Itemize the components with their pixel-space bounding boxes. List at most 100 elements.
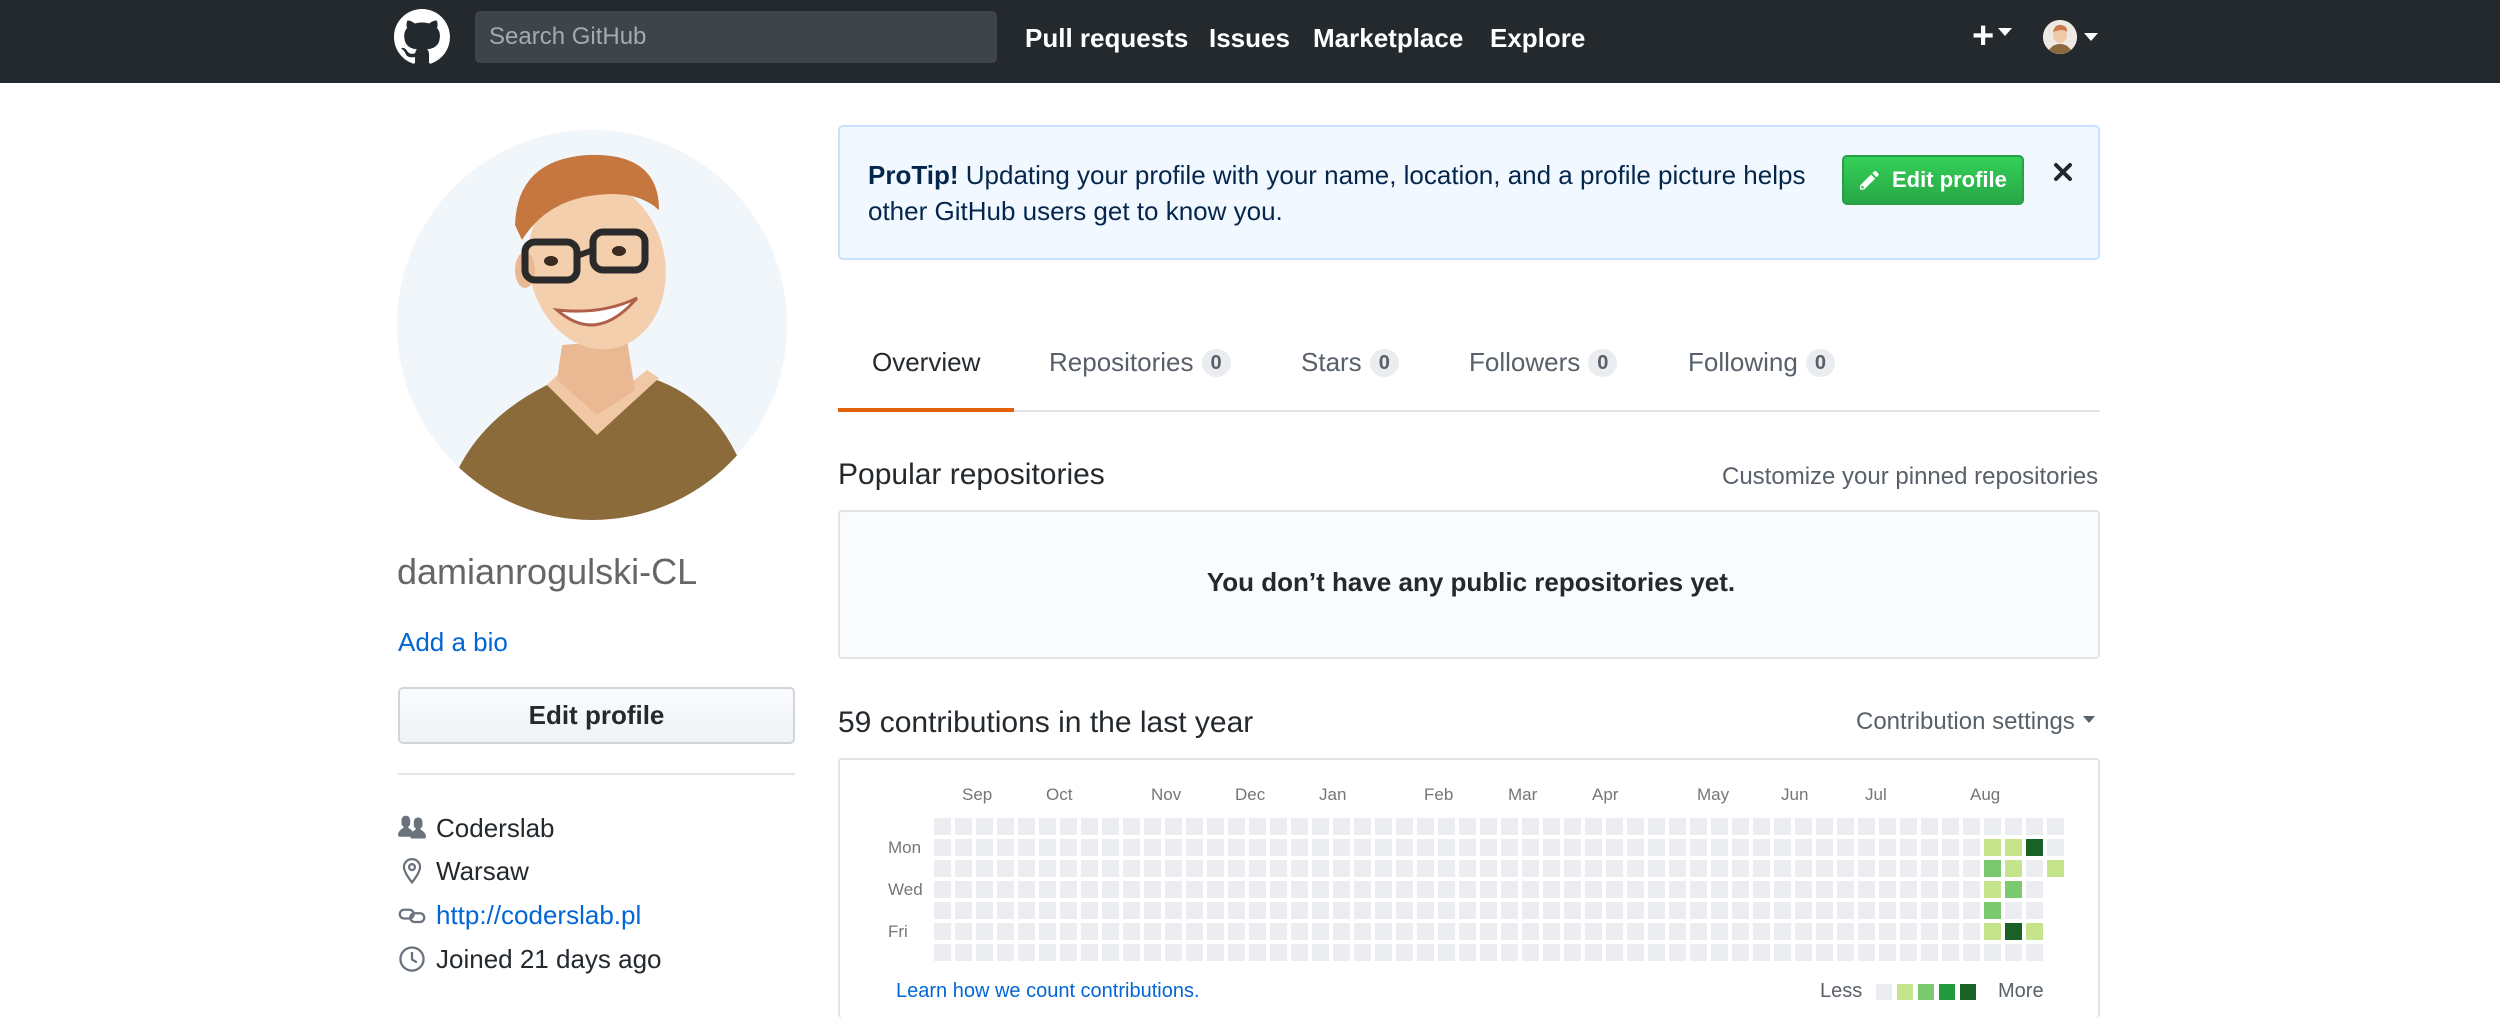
contribution-day[interactable] bbox=[1585, 923, 1602, 940]
contribution-day[interactable] bbox=[1480, 839, 1497, 856]
contribution-day[interactable] bbox=[1102, 923, 1119, 940]
contribution-day[interactable] bbox=[1627, 881, 1644, 898]
tab-followers[interactable]: Followers 0 bbox=[1469, 340, 1618, 384]
contribution-day[interactable] bbox=[1585, 881, 1602, 898]
contribution-day[interactable] bbox=[1165, 860, 1182, 877]
contribution-day[interactable] bbox=[1858, 860, 1875, 877]
contribution-day[interactable] bbox=[1900, 923, 1917, 940]
contribution-day[interactable] bbox=[1396, 944, 1413, 961]
contribution-day[interactable] bbox=[955, 923, 972, 940]
contribution-day[interactable] bbox=[1102, 860, 1119, 877]
contribution-day[interactable] bbox=[1711, 881, 1728, 898]
contribution-day[interactable] bbox=[1732, 881, 1749, 898]
contribution-day[interactable] bbox=[934, 839, 951, 856]
contribution-day[interactable] bbox=[955, 839, 972, 856]
contribution-day[interactable] bbox=[1543, 818, 1560, 835]
contribution-day[interactable] bbox=[1312, 881, 1329, 898]
contribution-day[interactable] bbox=[1039, 944, 1056, 961]
contribution-day[interactable] bbox=[1648, 902, 1665, 919]
contribution-day[interactable] bbox=[1375, 902, 1392, 919]
contribution-day[interactable] bbox=[1984, 839, 2001, 856]
contribution-day[interactable] bbox=[1123, 923, 1140, 940]
contribution-day[interactable] bbox=[955, 881, 972, 898]
contribution-day[interactable] bbox=[1333, 881, 1350, 898]
contribution-day[interactable] bbox=[934, 944, 951, 961]
contribution-day[interactable] bbox=[1081, 881, 1098, 898]
contribution-day[interactable] bbox=[1375, 944, 1392, 961]
contribution-day[interactable] bbox=[1711, 860, 1728, 877]
contribution-day[interactable] bbox=[1228, 839, 1245, 856]
contribution-day[interactable] bbox=[1564, 923, 1581, 940]
contribution-day[interactable] bbox=[1774, 902, 1791, 919]
contribution-day[interactable] bbox=[1816, 944, 1833, 961]
contribution-day[interactable] bbox=[2026, 944, 2043, 961]
contribution-day[interactable] bbox=[1753, 944, 1770, 961]
contribution-day[interactable] bbox=[997, 881, 1014, 898]
contribution-day[interactable] bbox=[1984, 818, 2001, 835]
contribution-day[interactable] bbox=[1690, 881, 1707, 898]
contribution-day[interactable] bbox=[1900, 902, 1917, 919]
contribution-day[interactable] bbox=[1354, 818, 1371, 835]
contribution-day[interactable] bbox=[1774, 818, 1791, 835]
contribution-day[interactable] bbox=[997, 818, 1014, 835]
contribution-day[interactable] bbox=[1354, 839, 1371, 856]
contribution-day[interactable] bbox=[1984, 902, 2001, 919]
contribution-day[interactable] bbox=[1438, 923, 1455, 940]
contribution-day[interactable] bbox=[1795, 944, 1812, 961]
contribution-day[interactable] bbox=[1837, 944, 1854, 961]
contribution-day[interactable] bbox=[1816, 860, 1833, 877]
contribution-day[interactable] bbox=[1480, 860, 1497, 877]
contribution-day[interactable] bbox=[1459, 839, 1476, 856]
contribution-day[interactable] bbox=[1711, 839, 1728, 856]
contribution-day[interactable] bbox=[955, 944, 972, 961]
contribution-day[interactable] bbox=[1879, 860, 1896, 877]
contribution-day[interactable] bbox=[1312, 944, 1329, 961]
contribution-day[interactable] bbox=[2005, 881, 2022, 898]
contribution-day[interactable] bbox=[1417, 944, 1434, 961]
contribution-day[interactable] bbox=[1459, 818, 1476, 835]
contribution-day[interactable] bbox=[976, 839, 993, 856]
contribution-day[interactable] bbox=[1522, 860, 1539, 877]
contribution-day[interactable] bbox=[1354, 944, 1371, 961]
contribution-day[interactable] bbox=[1060, 881, 1077, 898]
contribution-day[interactable] bbox=[1102, 818, 1119, 835]
contribution-day[interactable] bbox=[1732, 923, 1749, 940]
contribution-day[interactable] bbox=[1543, 839, 1560, 856]
contribution-day[interactable] bbox=[1795, 860, 1812, 877]
contribution-day[interactable] bbox=[1795, 839, 1812, 856]
contribution-day[interactable] bbox=[1984, 923, 2001, 940]
contribution-day[interactable] bbox=[1963, 902, 1980, 919]
contribution-day[interactable] bbox=[1165, 839, 1182, 856]
contribution-day[interactable] bbox=[2047, 860, 2064, 877]
contribution-day[interactable] bbox=[1942, 881, 1959, 898]
contribution-day[interactable] bbox=[1837, 839, 1854, 856]
contribution-day[interactable] bbox=[2026, 881, 2043, 898]
contribution-day[interactable] bbox=[997, 860, 1014, 877]
contribution-day[interactable] bbox=[1900, 818, 1917, 835]
contribution-day[interactable] bbox=[1942, 818, 1959, 835]
contribution-day[interactable] bbox=[1627, 818, 1644, 835]
contribution-day[interactable] bbox=[1753, 881, 1770, 898]
contribution-day[interactable] bbox=[1123, 818, 1140, 835]
contribution-day[interactable] bbox=[1627, 839, 1644, 856]
contribution-day[interactable] bbox=[934, 902, 951, 919]
nav-marketplace[interactable]: Marketplace bbox=[1313, 22, 1463, 54]
contribution-day[interactable] bbox=[1165, 923, 1182, 940]
contribution-day[interactable] bbox=[1900, 860, 1917, 877]
contribution-day[interactable] bbox=[1480, 944, 1497, 961]
contribution-day[interactable] bbox=[1459, 881, 1476, 898]
contribution-day[interactable] bbox=[1144, 860, 1161, 877]
nav-pull-requests[interactable]: Pull requests bbox=[1025, 22, 1188, 54]
contribution-day[interactable] bbox=[1312, 902, 1329, 919]
contribution-day[interactable] bbox=[1963, 839, 1980, 856]
contribution-day[interactable] bbox=[1291, 923, 1308, 940]
contribution-day[interactable] bbox=[1669, 902, 1686, 919]
contribution-day[interactable] bbox=[1732, 818, 1749, 835]
contribution-day[interactable] bbox=[1312, 923, 1329, 940]
contribution-day[interactable] bbox=[1879, 881, 1896, 898]
contribution-day[interactable] bbox=[1669, 944, 1686, 961]
contribution-day[interactable] bbox=[2026, 860, 2043, 877]
contribution-day[interactable] bbox=[1039, 860, 1056, 877]
contribution-day[interactable] bbox=[1186, 923, 1203, 940]
contribution-day[interactable] bbox=[1606, 881, 1623, 898]
